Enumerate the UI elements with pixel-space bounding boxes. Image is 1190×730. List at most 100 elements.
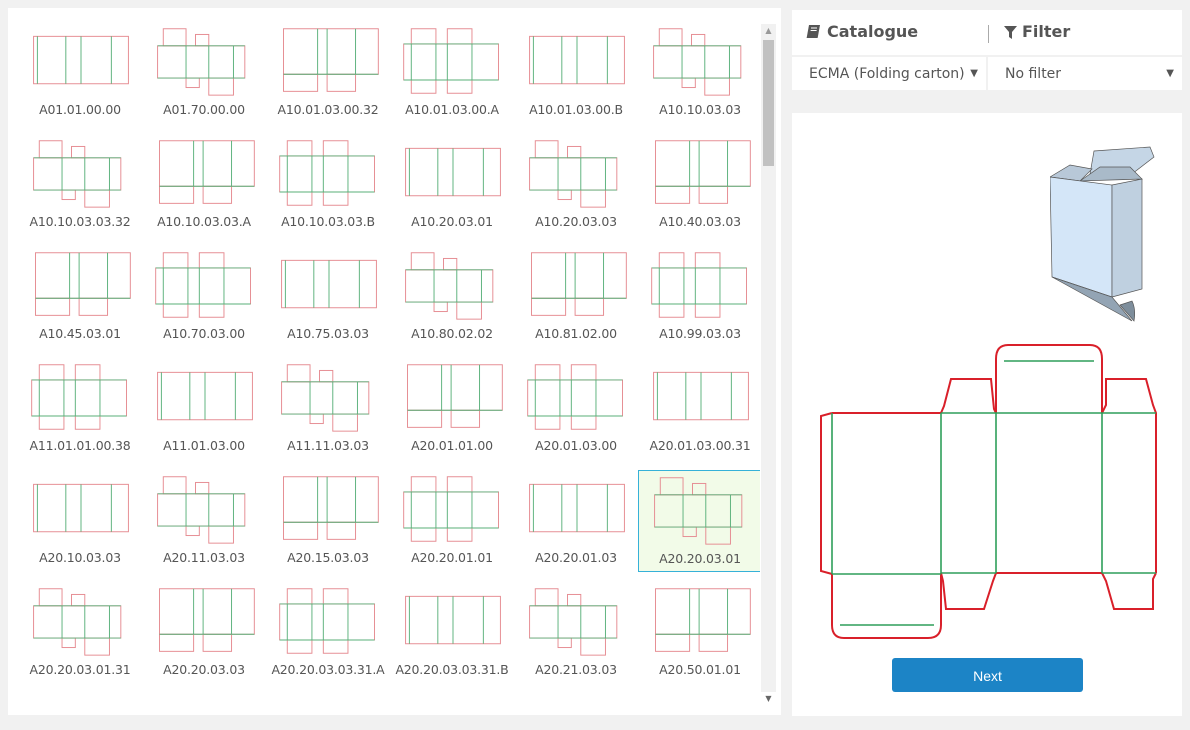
catalogue-select[interactable]: ECMA (Folding carton) ▼ xyxy=(792,57,986,90)
filter-title-text: Filter xyxy=(1022,22,1071,41)
dieline-thumbnail: .c{fill:none;stroke:#e58a90;stroke-width… xyxy=(531,252,627,316)
catalogue-item[interactable]: .c{fill:none;stroke:#e58a90;stroke-width… xyxy=(18,470,142,572)
filter-heading: Filter xyxy=(1004,22,1070,41)
filter-select-value: No filter xyxy=(1005,66,1062,82)
catalogue-item[interactable]: .c{fill:none;stroke:#e58a90;stroke-width… xyxy=(514,582,638,684)
catalogue-item[interactable]: .c{fill:none;stroke:#e58a90;stroke-width… xyxy=(142,134,266,236)
dieline-thumbnail: .c{fill:none;stroke:#e58a90;stroke-width… xyxy=(31,364,127,430)
catalogue-item[interactable]: .c{fill:none;stroke:#e58a90;stroke-width… xyxy=(18,246,142,348)
next-button[interactable]: Next xyxy=(892,658,1083,692)
catalogue-item[interactable]: .c{fill:none;stroke:#e58a90;stroke-width… xyxy=(390,22,514,124)
catalogue-item-code: A10.70.03.00 xyxy=(163,326,245,341)
header-divider xyxy=(988,25,989,43)
catalogue-select-value: ECMA (Folding carton) xyxy=(809,66,965,82)
catalogue-item-code: A10.01.03.00.A xyxy=(405,102,499,117)
dieline-thumbnail: .c{fill:none;stroke:#e58a90;stroke-width… xyxy=(405,252,494,320)
filter-select[interactable]: No filter ▼ xyxy=(988,57,1182,90)
catalogue-item[interactable]: .c{fill:none;stroke:#e58a90;stroke-width… xyxy=(18,134,142,236)
scroll-up-arrow-icon[interactable]: ▲ xyxy=(761,24,776,38)
catalogue-item[interactable]: .c{fill:none;stroke:#e58a90;stroke-width… xyxy=(142,582,266,684)
catalogue-item[interactable]: .c{fill:none;stroke:#e58a90;stroke-width… xyxy=(514,134,638,236)
catalogue-item[interactable]: .c{fill:none;stroke:#e58a90;stroke-width… xyxy=(18,358,142,460)
catalogue-item[interactable]: .c{fill:none;stroke:#e58a90;stroke-width… xyxy=(266,470,390,572)
catalogue-item-code: A20.20.03.01.31 xyxy=(29,662,131,677)
dieline-thumbnail: .c{fill:none;stroke:#e58a90;stroke-width… xyxy=(405,595,501,645)
catalogue-item-code: A01.01.00.00 xyxy=(39,102,121,117)
dieline-thumbnail: .c{fill:none;stroke:#e58a90;stroke-width… xyxy=(157,476,246,544)
catalogue-item-code: A11.01.01.00.38 xyxy=(29,438,131,453)
dieline-thumbnail: .c{fill:none;stroke:#e58a90;stroke-width… xyxy=(529,483,625,533)
catalogue-item[interactable]: .c{fill:none;stroke:#e58a90;stroke-width… xyxy=(638,358,760,460)
catalogue-item[interactable]: .c{fill:none;stroke:#e58a90;stroke-width… xyxy=(638,582,760,684)
catalogue-item[interactable]: .c{fill:none;stroke:#e58a90;stroke-width… xyxy=(638,246,760,348)
dieline-thumbnail: .c{fill:none;stroke:#e58a90;stroke-width… xyxy=(654,477,743,545)
catalogue-item[interactable]: .c{fill:none;stroke:#e58a90;stroke-width… xyxy=(18,22,142,124)
filter-icon xyxy=(1004,25,1017,39)
catalogue-item[interactable]: .c{fill:none;stroke:#e58a90;stroke-width… xyxy=(266,582,390,684)
catalogue-item[interactable]: .c{fill:none;stroke:#e58a90;stroke-width… xyxy=(142,470,266,572)
dieline-grid: .c{fill:none;stroke:#e58a90;stroke-width… xyxy=(8,22,760,712)
catalogue-item-code: A11.01.03.00 xyxy=(163,438,245,453)
dieline-thumbnail: .c{fill:none;stroke:#e58a90;stroke-width… xyxy=(155,252,251,318)
catalogue-item[interactable]: .c{fill:none;stroke:#e58a90;stroke-width… xyxy=(142,22,266,124)
catalogue-item[interactable]: .c{fill:none;stroke:#e58a90;stroke-width… xyxy=(390,134,514,236)
dieline-thumbnail: .c{fill:none;stroke:#e58a90;stroke-width… xyxy=(33,35,129,85)
dieline-thumbnail: .c{fill:none;stroke:#e58a90;stroke-width… xyxy=(281,364,370,432)
catalogue-item[interactable]: .c{fill:none;stroke:#e58a90;stroke-width… xyxy=(266,358,390,460)
catalogue-item[interactable]: .c{fill:none;stroke:#e58a90;stroke-width… xyxy=(638,134,760,236)
catalogue-item-code: A20.20.01.01 xyxy=(411,550,493,565)
catalogue-item-code: A20.01.01.00 xyxy=(411,438,493,453)
catalogue-item[interactable]: .c{fill:none;stroke:#e58a90;stroke-width… xyxy=(390,358,514,460)
dieline-thumbnail: .c{fill:none;stroke:#e58a90;stroke-width… xyxy=(405,147,501,197)
dieline-cut-lines xyxy=(820,344,1157,639)
catalogue-title-text: Catalogue xyxy=(827,22,919,41)
dieline-thumbnail: .c{fill:none;stroke:#e58a90;stroke-width… xyxy=(653,28,742,96)
catalogue-item[interactable]: .c{fill:none;stroke:#e58a90;stroke-width… xyxy=(514,246,638,348)
dieline-thumbnail: .c{fill:none;stroke:#e58a90;stroke-width… xyxy=(529,588,618,656)
catalogue-item[interactable]: .c{fill:none;stroke:#e58a90;stroke-width… xyxy=(266,22,390,124)
dieline-thumbnail: .c{fill:none;stroke:#e58a90;stroke-width… xyxy=(159,588,255,652)
dieline-thumbnail: .c{fill:none;stroke:#e58a90;stroke-width… xyxy=(655,588,751,652)
catalogue-item[interactable]: .c{fill:none;stroke:#e58a90;stroke-width… xyxy=(142,246,266,348)
catalogue-item-code: A10.10.03.03.32 xyxy=(29,214,131,229)
catalogue-item-code: A20.21.03.03 xyxy=(535,662,617,677)
dieline-thumbnail: .c{fill:none;stroke:#e58a90;stroke-width… xyxy=(157,371,253,421)
dieline-thumbnail: .c{fill:none;stroke:#e58a90;stroke-width… xyxy=(283,28,379,92)
catalogue-item-code: A11.11.03.03 xyxy=(287,438,369,453)
panel-header: Catalogue Filter xyxy=(792,10,1182,55)
catalogue-item-code: A20.20.03.01 xyxy=(659,551,741,566)
catalogue-item[interactable]: .c{fill:none;stroke:#e58a90;stroke-width… xyxy=(266,246,390,348)
catalogue-item[interactable]: .c{fill:none;stroke:#e58a90;stroke-width… xyxy=(514,470,638,572)
catalogue-heading: Catalogue xyxy=(806,22,918,41)
dieline-thumbnail: .c{fill:none;stroke:#e58a90;stroke-width… xyxy=(33,588,122,656)
catalogue-item[interactable]: .c{fill:none;stroke:#e58a90;stroke-width… xyxy=(142,358,266,460)
catalogue-item[interactable]: .c{fill:none;stroke:#e58a90;stroke-width… xyxy=(638,470,760,572)
dieline-thumbnail: .c{fill:none;stroke:#e58a90;stroke-width… xyxy=(157,28,246,96)
catalogue-item[interactable]: .c{fill:none;stroke:#e58a90;stroke-width… xyxy=(390,246,514,348)
grid-scrollbar[interactable]: ▲ ▼ xyxy=(761,24,776,703)
catalogue-item-code: A10.80.02.02 xyxy=(411,326,493,341)
catalogue-item[interactable]: .c{fill:none;stroke:#e58a90;stroke-width… xyxy=(638,22,760,124)
catalogue-item-code: A20.10.03.03 xyxy=(39,550,121,565)
scroll-down-arrow-icon[interactable]: ▼ xyxy=(761,692,776,706)
catalogue-item-code: A10.81.02.00 xyxy=(535,326,617,341)
dieline-thumbnail: .c{fill:none;stroke:#e58a90;stroke-width… xyxy=(655,140,751,204)
catalogue-item-code: A10.10.03.03 xyxy=(659,102,741,117)
box-3d-preview xyxy=(1050,146,1155,322)
catalogue-item[interactable]: .c{fill:none;stroke:#e58a90;stroke-width… xyxy=(514,22,638,124)
catalogue-item-code: A10.20.03.01 xyxy=(411,214,493,229)
catalogue-item-code: A10.45.03.01 xyxy=(39,326,121,341)
catalogue-item[interactable]: .c{fill:none;stroke:#e58a90;stroke-width… xyxy=(266,134,390,236)
catalogue-item-code: A10.10.03.03.A xyxy=(157,214,251,229)
catalogue-item[interactable]: .c{fill:none;stroke:#e58a90;stroke-width… xyxy=(390,582,514,684)
catalogue-item[interactable]: .c{fill:none;stroke:#e58a90;stroke-width… xyxy=(514,358,638,460)
scrollbar-thumb[interactable] xyxy=(763,40,774,166)
catalogue-item-code: A01.70.00.00 xyxy=(163,102,245,117)
catalogue-item-code: A20.11.03.03 xyxy=(163,550,245,565)
book-icon xyxy=(806,25,820,38)
catalogue-item-code: A10.75.03.03 xyxy=(287,326,369,341)
catalogue-item-code: A20.01.03.00.31 xyxy=(649,438,751,453)
catalogue-item[interactable]: .c{fill:none;stroke:#e58a90;stroke-width… xyxy=(18,582,142,684)
catalogue-item[interactable]: .c{fill:none;stroke:#e58a90;stroke-width… xyxy=(390,470,514,572)
catalogue-item-code: A10.40.03.03 xyxy=(659,214,741,229)
